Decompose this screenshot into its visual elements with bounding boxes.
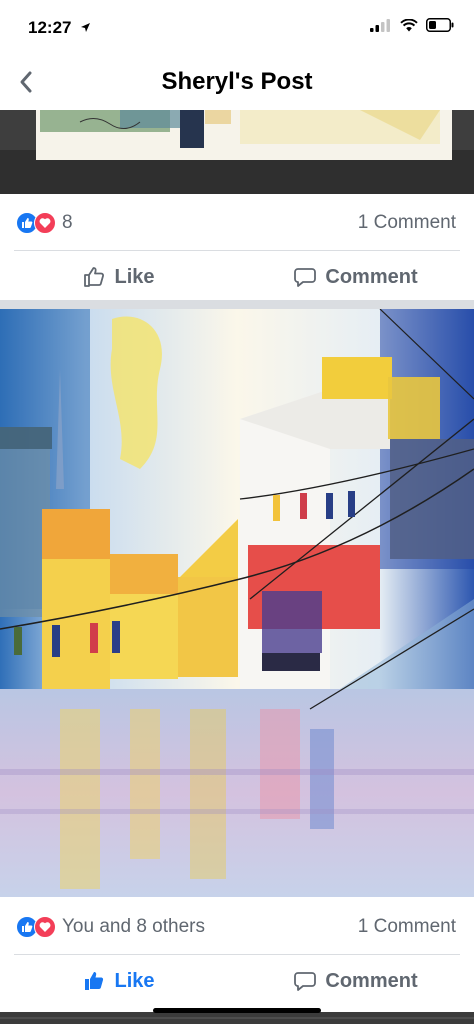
love-reaction-icon (34, 916, 56, 938)
post-separator (0, 300, 474, 309)
battery-icon (426, 18, 454, 32)
comment-button[interactable]: Comment (237, 956, 474, 1006)
comment-count-link[interactable]: 1 Comment (358, 916, 456, 938)
thumbs-up-filled-icon (85, 972, 104, 990)
reaction-count: 8 (62, 212, 73, 233)
comment-count-link[interactable]: 1 Comment (358, 212, 456, 234)
reactions-bar: You and 8 others 1 Comment (0, 902, 474, 954)
status-icons (370, 18, 454, 32)
painting-image-2 (0, 309, 474, 897)
thumbs-up-outline-icon (84, 267, 105, 287)
like-button-label: Like (114, 265, 155, 288)
love-reaction-icon (34, 212, 56, 234)
painting-image-1 (0, 110, 474, 194)
post-photo-2[interactable] (0, 309, 474, 897)
reaction-summary[interactable]: 8 (16, 212, 73, 234)
wifi-icon (400, 18, 418, 31)
like-button-label: Like (114, 969, 155, 992)
comment-bubble-icon (294, 268, 317, 287)
reaction-count: You and 8 others (62, 916, 205, 937)
comment-button-label: Comment (325, 969, 418, 992)
action-bar: Like Comment (0, 252, 474, 302)
status-bar: 12:27 (0, 0, 474, 56)
action-bar: Like Comment (0, 956, 474, 1006)
page-title: Sheryl's Post (161, 68, 313, 95)
post-photo-3[interactable] (0, 1012, 474, 1024)
divider (14, 250, 460, 251)
comment-bubble-icon (294, 972, 317, 991)
like-button[interactable]: Like (0, 956, 237, 1006)
reaction-summary[interactable]: You and 8 others (16, 916, 205, 938)
location-arrow-icon (81, 23, 90, 32)
reactions-bar: 8 1 Comment (0, 198, 474, 250)
post-photo-1[interactable] (0, 110, 474, 194)
comment-button-label: Comment (325, 265, 418, 288)
cellular-signal-icon (370, 18, 390, 32)
divider (14, 954, 460, 955)
next-photo-image (0, 1013, 474, 1024)
comment-button[interactable]: Comment (237, 252, 474, 302)
navigation-bar: Sheryl's Post (0, 56, 474, 110)
like-button[interactable]: Like (0, 252, 237, 302)
status-time: 12:27 (28, 18, 72, 37)
home-indicator[interactable] (153, 1008, 321, 1013)
